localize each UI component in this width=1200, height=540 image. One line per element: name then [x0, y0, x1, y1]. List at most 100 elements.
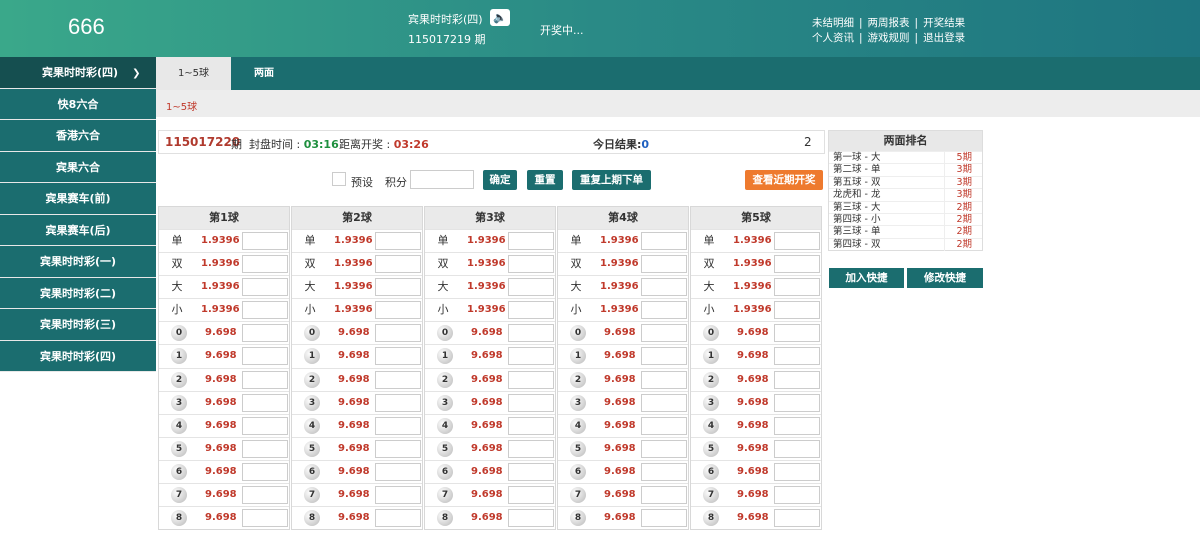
bet-amount-input[interactable]	[508, 509, 554, 528]
bet-row[interactable]: 双 1.9396	[691, 252, 821, 275]
link-logout[interactable]: 退出登录	[923, 32, 965, 44]
bet-row[interactable]: 0 9.698	[425, 321, 555, 344]
subtab-balls-1-5[interactable]: 1~5球	[166, 98, 197, 113]
tab-two-sides[interactable]: 两面	[254, 57, 274, 90]
bet-row[interactable]: 8 9.698	[292, 506, 422, 529]
bet-row[interactable]: 5 9.698	[558, 436, 688, 460]
bet-row[interactable]: 4 9.698	[159, 413, 289, 437]
bet-amount-input[interactable]	[508, 486, 554, 505]
sidebar-item-kuai8[interactable]: 快8六合	[0, 88, 156, 120]
bet-row[interactable]: 7 9.698	[292, 483, 422, 506]
bet-row[interactable]: 6 9.698	[425, 459, 555, 483]
bet-amount-input[interactable]	[508, 347, 554, 366]
bet-row[interactable]: 4 9.698	[292, 413, 422, 437]
bet-row[interactable]: 0 9.698	[558, 321, 688, 344]
bet-amount-input[interactable]	[242, 393, 288, 412]
bet-row[interactable]: 2 9.698	[292, 367, 422, 391]
bet-row[interactable]: 单 1.9396	[159, 229, 289, 252]
sidebar-item-bingo-racing-front[interactable]: 宾果赛车(前)	[0, 183, 156, 215]
bet-amount-input[interactable]	[508, 255, 554, 274]
bet-amount-input[interactable]	[242, 347, 288, 366]
bet-amount-input[interactable]	[508, 370, 554, 389]
bet-row[interactable]: 2 9.698	[558, 367, 688, 391]
bet-amount-input[interactable]	[375, 278, 421, 297]
sidebar-item-active-game[interactable]: 宾果时时彩(四) ❯	[0, 57, 156, 89]
bet-amount-input[interactable]	[375, 232, 421, 250]
bet-row[interactable]: 3 9.698	[292, 390, 422, 414]
bet-amount-input[interactable]	[774, 301, 820, 320]
confirm-button[interactable]: 确定	[483, 170, 517, 190]
bet-row[interactable]: 单 1.9396	[691, 229, 821, 252]
bet-row[interactable]: 6 9.698	[292, 459, 422, 483]
bet-amount-input[interactable]	[641, 347, 687, 366]
bet-amount-input[interactable]	[774, 347, 820, 366]
link-two-week-report[interactable]: 两周报表	[868, 17, 910, 29]
bet-row[interactable]: 3 9.698	[558, 390, 688, 414]
bet-amount-input[interactable]	[641, 486, 687, 505]
bet-amount-input[interactable]	[774, 324, 820, 343]
bet-amount-input[interactable]	[242, 439, 288, 458]
bet-row[interactable]: 1 9.698	[558, 344, 688, 367]
link-unsettled[interactable]: 未结明细	[812, 17, 854, 29]
bet-amount-input[interactable]	[242, 232, 288, 250]
bet-amount-input[interactable]	[375, 370, 421, 389]
bet-row[interactable]: 8 9.698	[558, 506, 688, 529]
bet-row[interactable]: 2 9.698	[691, 367, 821, 391]
bet-amount-input[interactable]	[774, 416, 820, 435]
bet-amount-input[interactable]	[774, 232, 820, 250]
bet-row[interactable]: 小 1.9396	[425, 298, 555, 321]
sidebar-item-bingo-ssc-1[interactable]: 宾果时时彩(一)	[0, 246, 156, 278]
bet-row[interactable]: 3 9.698	[425, 390, 555, 414]
bet-row[interactable]: 1 9.698	[159, 344, 289, 367]
bet-amount-input[interactable]	[641, 255, 687, 274]
bet-row[interactable]: 大 1.9396	[292, 275, 422, 298]
bet-amount-input[interactable]	[641, 416, 687, 435]
bet-amount-input[interactable]	[375, 393, 421, 412]
bet-row[interactable]: 0 9.698	[159, 321, 289, 344]
bet-row[interactable]: 0 9.698	[292, 321, 422, 344]
bet-amount-input[interactable]	[641, 278, 687, 297]
bet-amount-input[interactable]	[641, 232, 687, 250]
bet-row[interactable]: 5 9.698	[691, 436, 821, 460]
bet-row[interactable]: 小 1.9396	[292, 298, 422, 321]
bet-amount-input[interactable]	[242, 462, 288, 481]
link-draw-results[interactable]: 开奖结果	[923, 17, 965, 29]
bet-row[interactable]: 小 1.9396	[159, 298, 289, 321]
bet-row[interactable]: 大 1.9396	[691, 275, 821, 298]
bet-amount-input[interactable]	[242, 278, 288, 297]
bet-row[interactable]: 4 9.698	[558, 413, 688, 437]
bet-row[interactable]: 7 9.698	[425, 483, 555, 506]
bet-amount-input[interactable]	[508, 416, 554, 435]
bet-row[interactable]: 1 9.698	[691, 344, 821, 367]
bet-row[interactable]: 单 1.9396	[292, 229, 422, 252]
bet-row[interactable]: 4 9.698	[691, 413, 821, 437]
reset-button[interactable]: 重置	[527, 170, 563, 190]
bet-row[interactable]: 8 9.698	[159, 506, 289, 529]
bet-amount-input[interactable]	[774, 393, 820, 412]
bet-row[interactable]: 6 9.698	[558, 459, 688, 483]
bet-amount-input[interactable]	[242, 301, 288, 320]
bet-amount-input[interactable]	[641, 509, 687, 528]
bet-amount-input[interactable]	[375, 486, 421, 505]
bet-row[interactable]: 小 1.9396	[558, 298, 688, 321]
bet-row[interactable]: 1 9.698	[292, 344, 422, 367]
bet-amount-input[interactable]	[774, 439, 820, 458]
bet-amount-input[interactable]	[774, 255, 820, 274]
bet-amount-input[interactable]	[375, 301, 421, 320]
bet-amount-input[interactable]	[508, 439, 554, 458]
bet-amount-input[interactable]	[508, 301, 554, 320]
bet-amount-input[interactable]	[774, 486, 820, 505]
bet-amount-input[interactable]	[242, 509, 288, 528]
bet-amount-input[interactable]	[375, 347, 421, 366]
link-game-rules[interactable]: 游戏规则	[868, 32, 910, 44]
sidebar-item-bingo-racing-back[interactable]: 宾果赛车(后)	[0, 214, 156, 246]
sidebar-item-bingo-ssc-2[interactable]: 宾果时时彩(二)	[0, 277, 156, 309]
bet-amount-input[interactable]	[641, 301, 687, 320]
sidebar-item-bingo-ssc-3[interactable]: 宾果时时彩(三)	[0, 309, 156, 341]
bet-amount-input[interactable]	[242, 255, 288, 274]
bet-amount-input[interactable]	[774, 509, 820, 528]
sidebar-item-bingo-liuhe[interactable]: 宾果六合	[0, 151, 156, 183]
tab-balls-1-5[interactable]: 1~5球	[156, 57, 231, 90]
bet-row[interactable]: 3 9.698	[691, 390, 821, 414]
bet-amount-input[interactable]	[774, 370, 820, 389]
